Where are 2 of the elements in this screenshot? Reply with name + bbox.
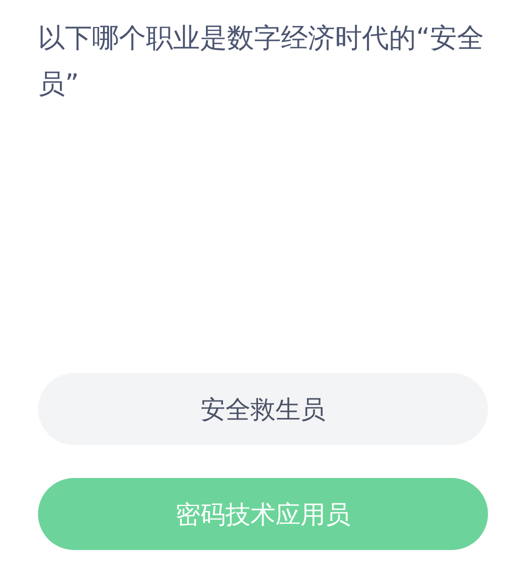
- answer-option[interactable]: 安全救生员: [38, 373, 488, 445]
- question-text: 以下哪个职业是数字经济时代的“安全员”: [38, 22, 485, 102]
